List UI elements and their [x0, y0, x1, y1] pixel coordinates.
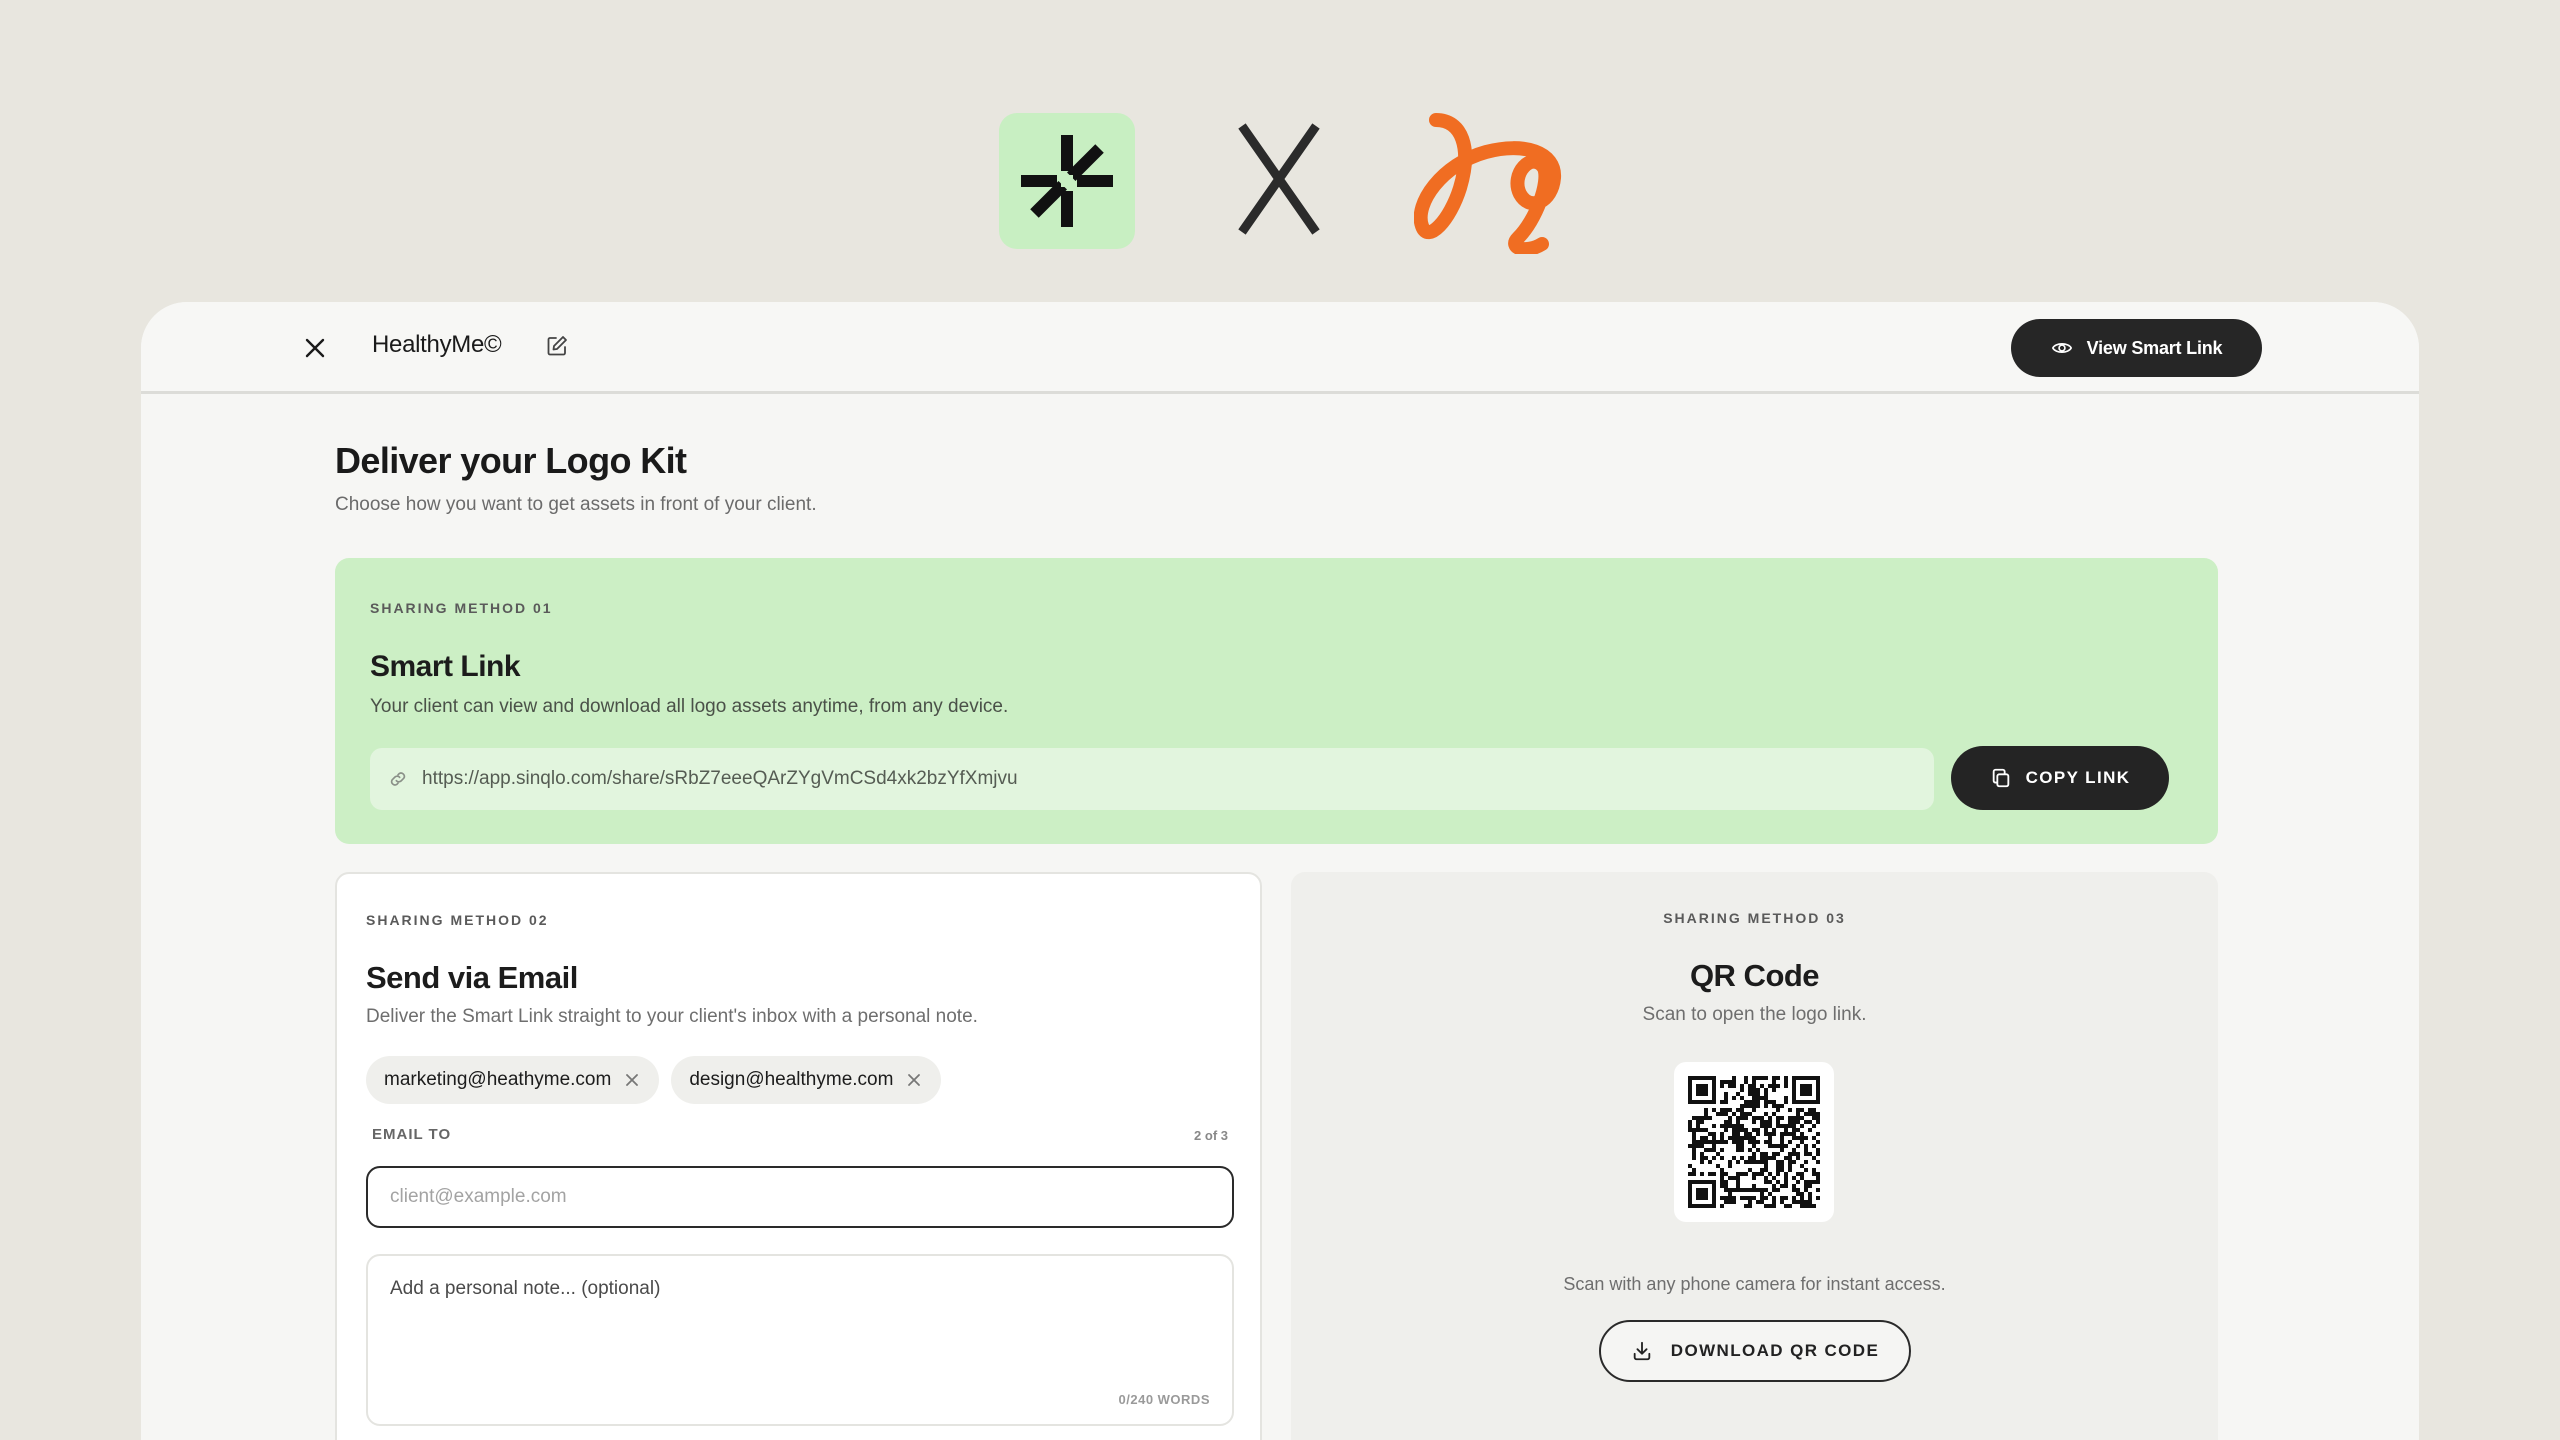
personal-note-field[interactable] [366, 1254, 1234, 1426]
page-subtitle: Choose how you want to get assets in fro… [335, 494, 817, 515]
method2-eyebrow: SHARING METHOD 02 [366, 912, 549, 928]
separator-x [1238, 123, 1320, 235]
qr-code-section: SHARING METHOD 03 QR Code Scan to open t… [1291, 872, 2218, 1440]
method1-eyebrow: SHARING METHOD 01 [370, 600, 553, 616]
eye-icon [2051, 343, 2072, 353]
top-bar: HealthyMe© View Smart Link [141, 302, 2419, 394]
smart-link-section: SHARING METHOD 01 Smart Link Your client… [335, 558, 2218, 844]
edit-icon[interactable] [545, 334, 569, 358]
smart-link-description: Your client can view and download all lo… [370, 696, 1009, 717]
qr-code-description: Scan to open the logo link. [1642, 1004, 1867, 1025]
page-title: Deliver your Logo Kit [335, 440, 687, 481]
email-input[interactable] [366, 1166, 1234, 1228]
recipient-count: 2 of 3 [1194, 1128, 1228, 1143]
smart-link-url-field[interactable]: https://app.sinqlo.com/share/sRbZ7eeeQAr… [370, 748, 1934, 810]
email-to-label: EMAIL TO [372, 1126, 452, 1143]
qr-code-title: QR Code [1689, 958, 1820, 993]
asterisk-spark-logo [999, 113, 1135, 249]
project-name: HealthyMe© [372, 331, 502, 358]
view-smart-link-label: View Smart Link [2086, 337, 2223, 358]
close-icon[interactable] [303, 336, 327, 360]
download-icon [1633, 1341, 1651, 1361]
remove-icon[interactable] [625, 1073, 639, 1087]
recipient-email: design@healthyme.com [689, 1069, 894, 1090]
copy-icon [1992, 768, 2009, 788]
word-counter: 0/240 WORDS [1118, 1392, 1210, 1407]
email-section: SHARING METHOD 02 Send via Email Deliver… [335, 872, 1262, 1440]
view-smart-link-button[interactable]: View Smart Link [2011, 319, 2262, 377]
recipient-chips: marketing@heathyme.com design@healthyme.… [366, 1056, 942, 1104]
brand-row [0, 0, 2560, 300]
qr-code-icon [1688, 1076, 1820, 1208]
copy-link-label: COPY LINK [2025, 768, 2131, 787]
recipient-chip[interactable]: marketing@heathyme.com [366, 1056, 660, 1104]
recipient-chip[interactable]: design@healthyme.com [671, 1056, 942, 1104]
email-title: Send via Email [366, 960, 578, 995]
download-qr-code-label: DOWNLOAD QR CODE [1670, 1341, 1880, 1360]
download-qr-code-button[interactable]: DOWNLOAD QR CODE [1599, 1320, 1911, 1382]
smart-link-title: Smart Link [370, 650, 521, 683]
method3-eyebrow: SHARING METHOD 03 [1663, 910, 1846, 926]
loop-script-icon [1414, 113, 1561, 254]
link-icon [390, 772, 406, 786]
asterisk-spark-icon [1021, 135, 1113, 227]
smart-link-url: https://app.sinqlo.com/share/sRbZ7eeeQAr… [422, 768, 1018, 789]
copy-link-button[interactable]: COPY LINK [1951, 746, 2169, 810]
recipient-email: marketing@heathyme.com [384, 1069, 612, 1090]
qr-modules [1688, 1076, 1820, 1208]
email-description: Deliver the Smart Link straight to your … [366, 1006, 978, 1027]
qr-code-image [1674, 1062, 1834, 1222]
qr-code-caption: Scan with any phone camera for instant a… [1563, 1274, 1946, 1294]
remove-icon[interactable] [907, 1073, 921, 1087]
main-card: HealthyMe© View Smart Link Deliver your … [141, 302, 2419, 1440]
